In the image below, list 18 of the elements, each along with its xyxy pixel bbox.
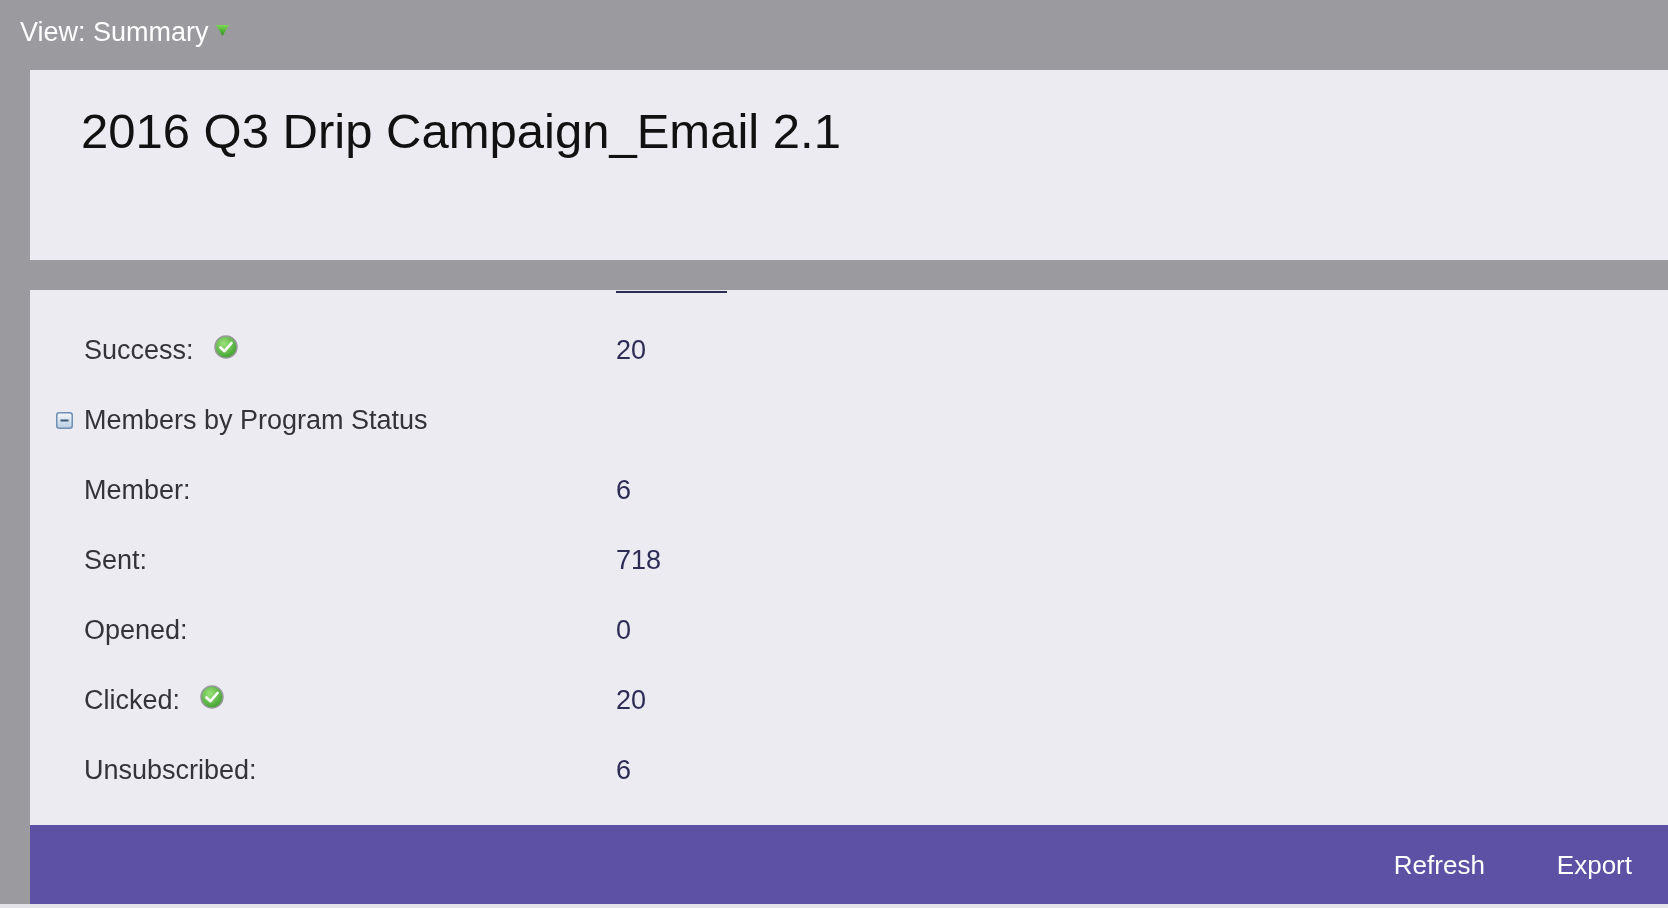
- caret-icon: [215, 24, 229, 36]
- field-value: 6: [616, 474, 632, 507]
- footer-button[interactable]: Export: [1540, 844, 1648, 885]
- field-label: Success:: [84, 334, 194, 367]
- page-title: 2016 Q3 Drip Campaign_Email 2.1: [81, 103, 841, 160]
- field-label: Opened:: [84, 614, 188, 647]
- field-label: Member:: [84, 474, 191, 507]
- field-label: Unsubscribed:: [84, 754, 257, 787]
- field-label: Sent:: [84, 544, 148, 577]
- field-value: 0: [616, 614, 632, 647]
- field-value: 718: [616, 544, 662, 577]
- field-label: Clicked:: [84, 684, 181, 717]
- field-value: 20: [616, 684, 647, 717]
- footer-button[interactable]: Refresh: [1377, 844, 1501, 885]
- field-value: 20: [616, 334, 647, 367]
- section-header: Members by Program Status: [84, 404, 428, 437]
- collapse-icon[interactable]: [56, 411, 73, 429]
- field-value: 6: [616, 754, 632, 787]
